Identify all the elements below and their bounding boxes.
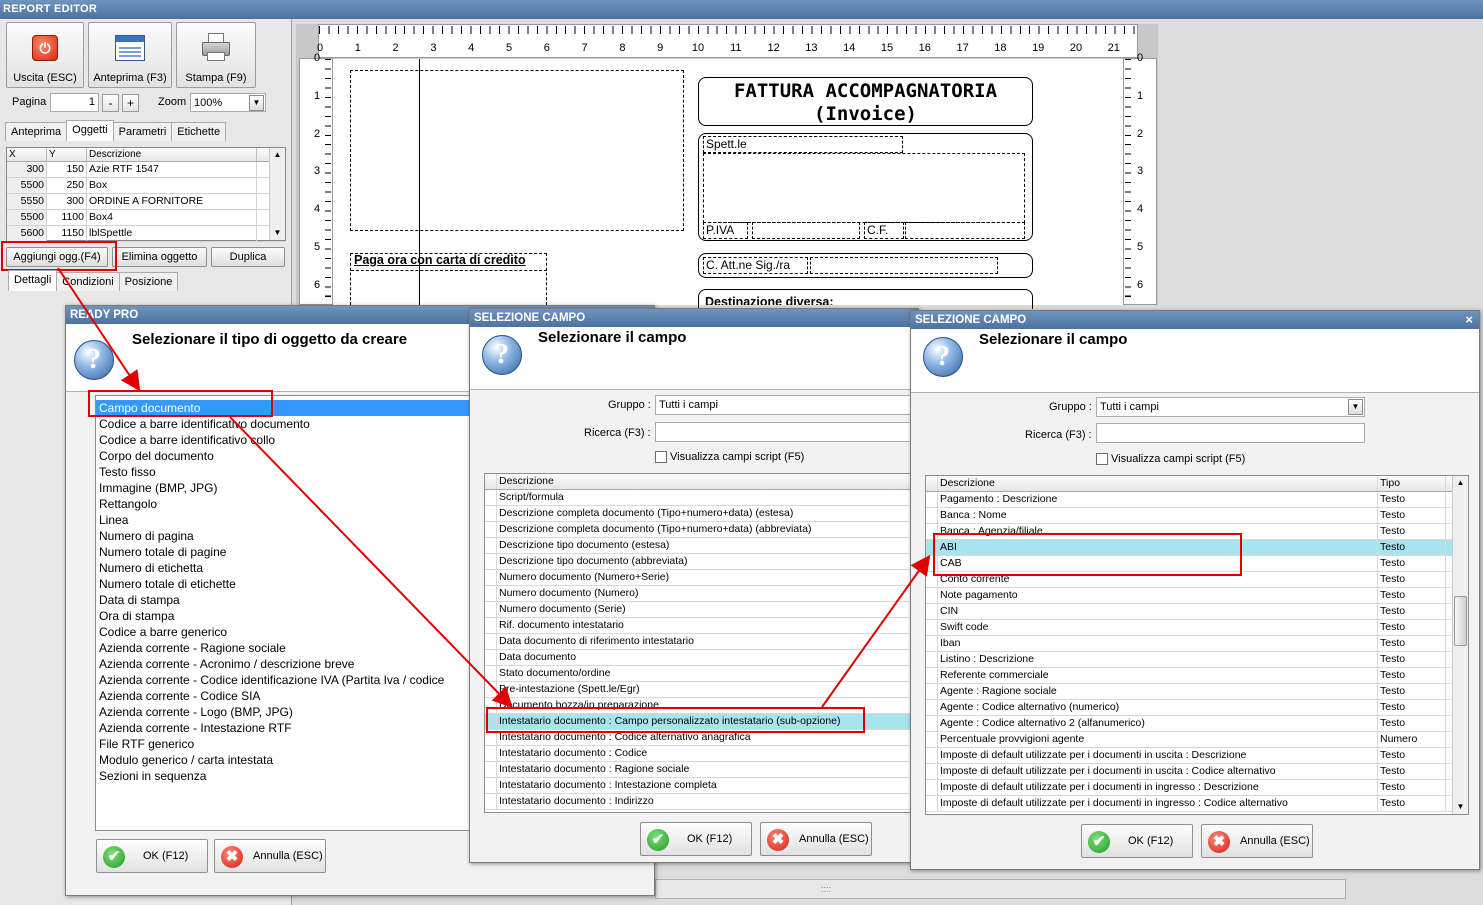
annotation-arrows: [57, 267, 931, 708]
arrow-list-to-field: [229, 416, 513, 708]
arrow-add-to-list: [57, 267, 141, 392]
arrow-field-to-abi: [821, 554, 931, 708]
